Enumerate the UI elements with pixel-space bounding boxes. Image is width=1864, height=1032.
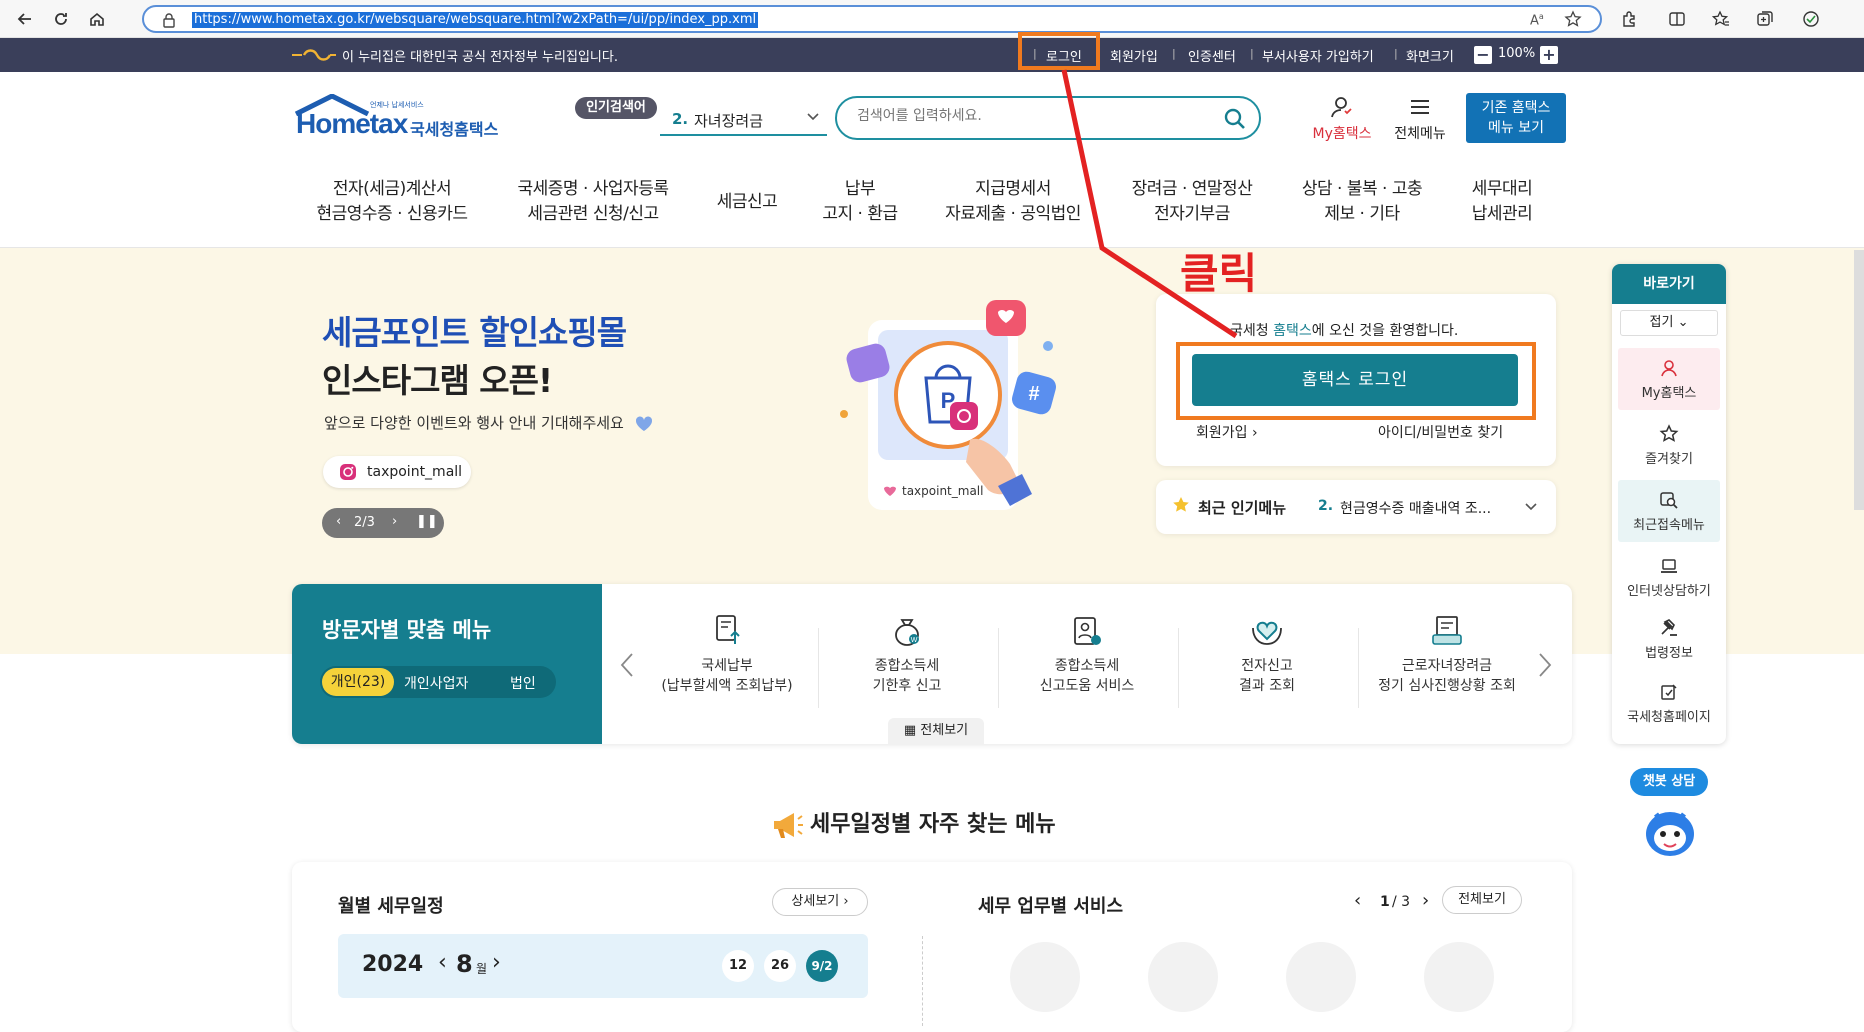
annotation-arrow [1061,69,1238,339]
annotation-click-text: 클릭 [1180,249,1258,298]
